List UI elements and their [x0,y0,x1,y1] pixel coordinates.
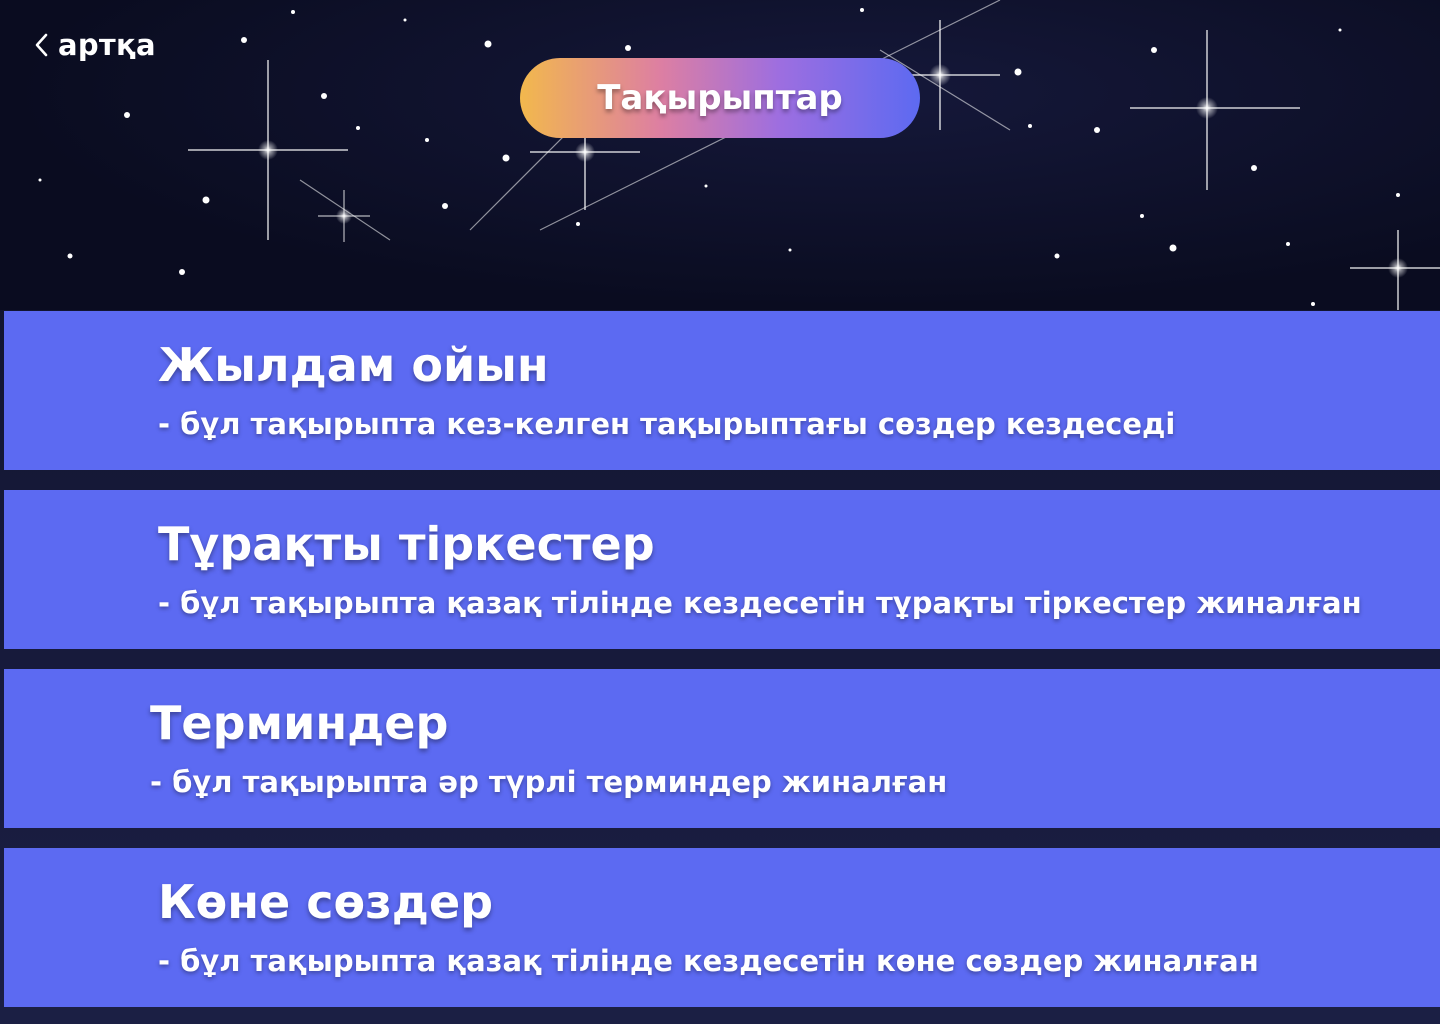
back-label: артқа [58,28,156,62]
topic-card-idioms[interactable]: Тұрақты тіркестер - бұл тақырыпта қазақ … [4,490,1440,649]
star-icon [1130,30,1300,190]
topic-description: - бұл тақырыпта кез-келген тақырыптағы с… [158,407,1176,441]
page-title: Тақырыптар [597,78,843,118]
topic-title: Жылдам ойын [158,338,549,392]
topic-title: Терминдер [150,696,449,750]
topic-card-terms[interactable]: Терминдер - бұл тақырыпта әр түрлі терми… [4,669,1440,828]
topic-title: Көне сөздер [158,875,494,929]
stars-illustration [38,0,1440,310]
back-button[interactable]: артқа [32,28,156,62]
topic-title: Тұрақты тіркестер [158,517,655,571]
chevron-left-icon [35,33,48,57]
starry-sky-background [0,0,1440,310]
star-icon [1350,230,1440,310]
crescent-moon-icon [1262,82,1377,201]
topic-card-archaic-words[interactable]: Көне сөздер - бұл тақырыпта қазақ тілінд… [4,848,1440,1007]
topic-description: - бұл тақырыпта әр түрлі терминдер жинал… [150,765,948,799]
topic-card-quick-game[interactable]: Жылдам ойын - бұл тақырыпта кез-келген т… [4,311,1440,470]
page-title-pill: Тақырыптар [520,58,920,138]
star-icon [188,60,348,240]
topic-description: - бұл тақырыпта қазақ тілінде кездесетін… [158,944,1259,978]
topic-description: - бұл тақырыпта қазақ тілінде кездесетін… [158,586,1362,620]
